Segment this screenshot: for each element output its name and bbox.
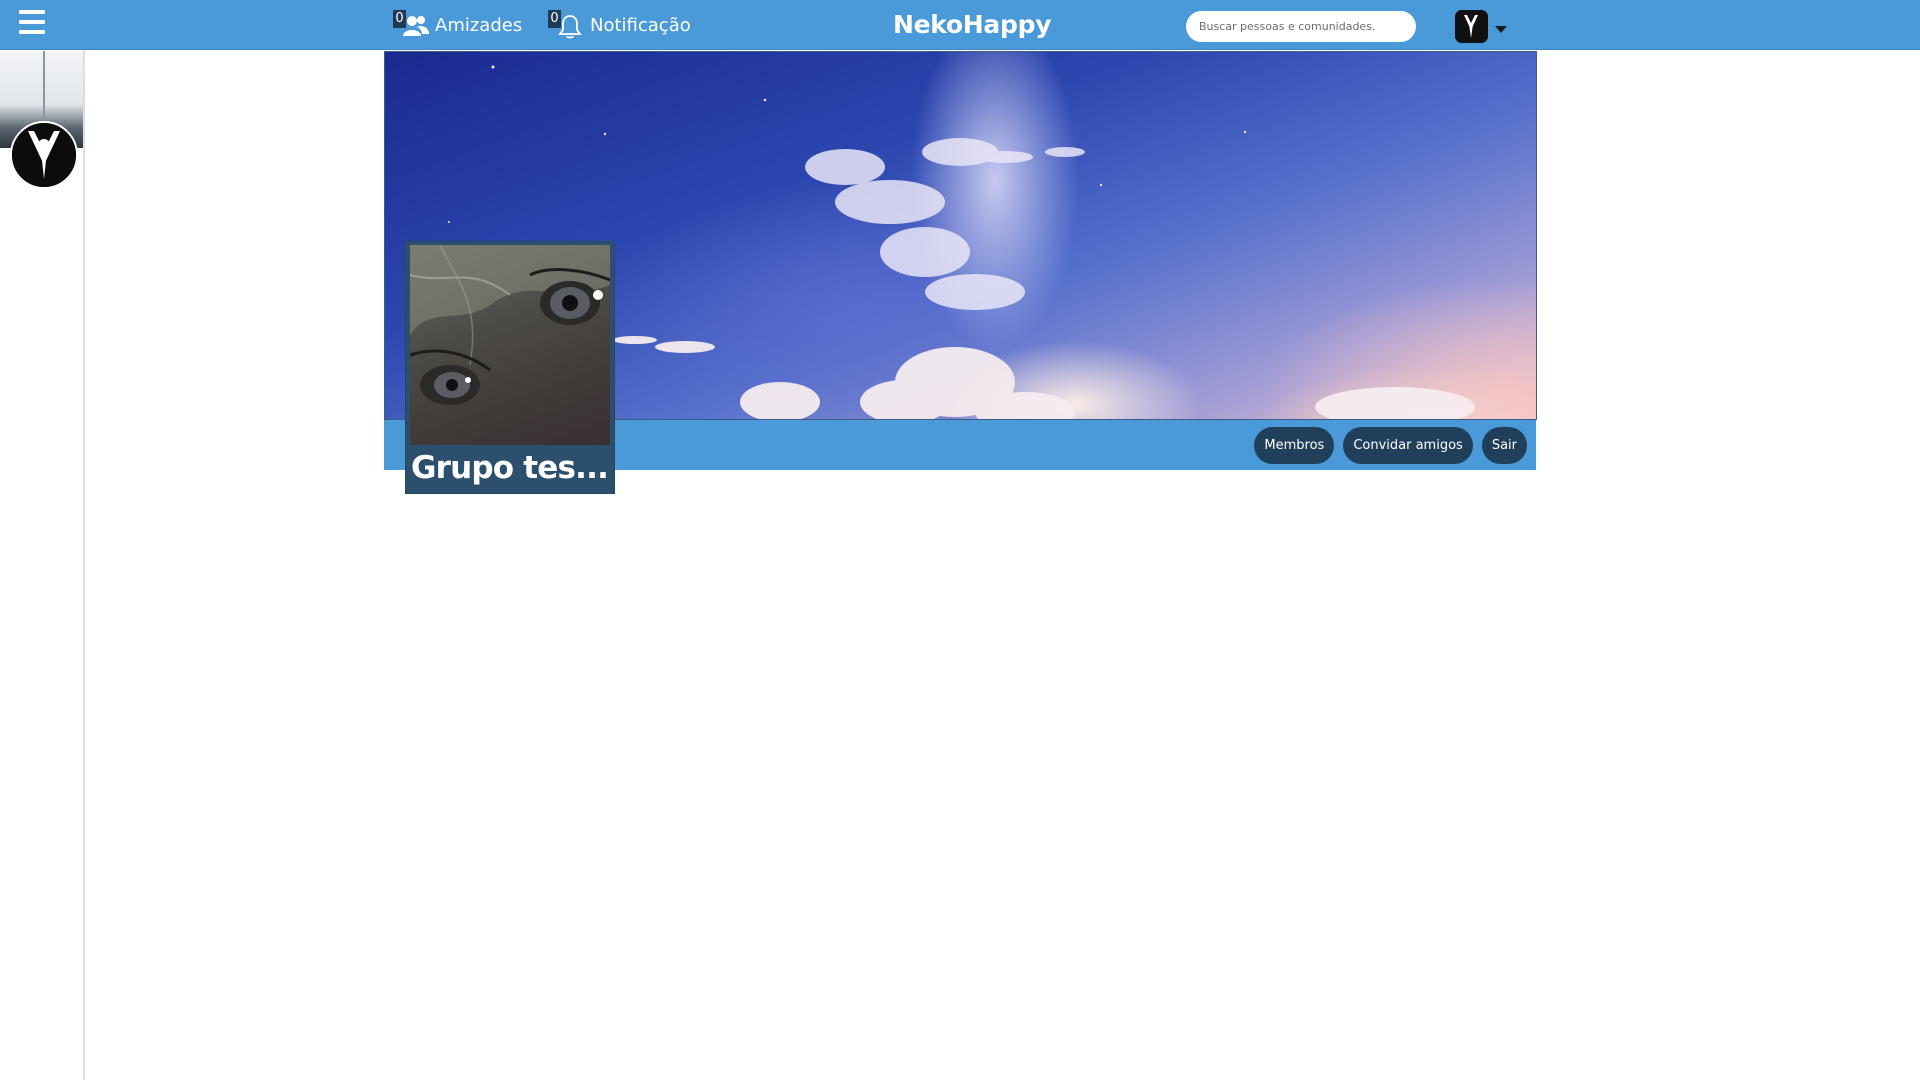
group-avatar-image[interactable] — [410, 245, 610, 445]
sidebar-profile-avatar[interactable] — [10, 121, 78, 189]
members-button[interactable]: Membros — [1254, 427, 1335, 464]
user-avatar — [1455, 9, 1488, 43]
notifications-link[interactable]: 0 Notificação — [548, 8, 691, 42]
bell-icon: 0 — [548, 10, 582, 40]
invite-friends-button[interactable]: Convidar amigos — [1343, 427, 1473, 464]
group-name: Grupo tes... — [411, 450, 609, 486]
hamburger-menu-icon[interactable] — [19, 10, 45, 34]
friends-link[interactable]: 0 Amizades — [393, 8, 522, 42]
notifications-label: Notificação — [590, 14, 691, 36]
brand-logo[interactable]: NekoHappy — [893, 8, 1052, 42]
left-sidebar — [0, 51, 85, 1080]
leave-group-button[interactable]: Sair — [1481, 427, 1527, 464]
user-menu-button[interactable] — [1455, 9, 1511, 43]
search-input[interactable] — [1186, 11, 1416, 42]
friends-label: Amizades — [435, 14, 523, 36]
top-navigation-bar: 0 Amizades 0 Notificação NekoHappy — [0, 0, 1920, 50]
group-avatar-card: Grupo tes... — [405, 241, 615, 494]
friends-icon: 0 — [393, 10, 429, 40]
group-actions: Membros Convidar amigos Sair — [1254, 427, 1527, 464]
caret-down-icon — [1495, 25, 1507, 33]
